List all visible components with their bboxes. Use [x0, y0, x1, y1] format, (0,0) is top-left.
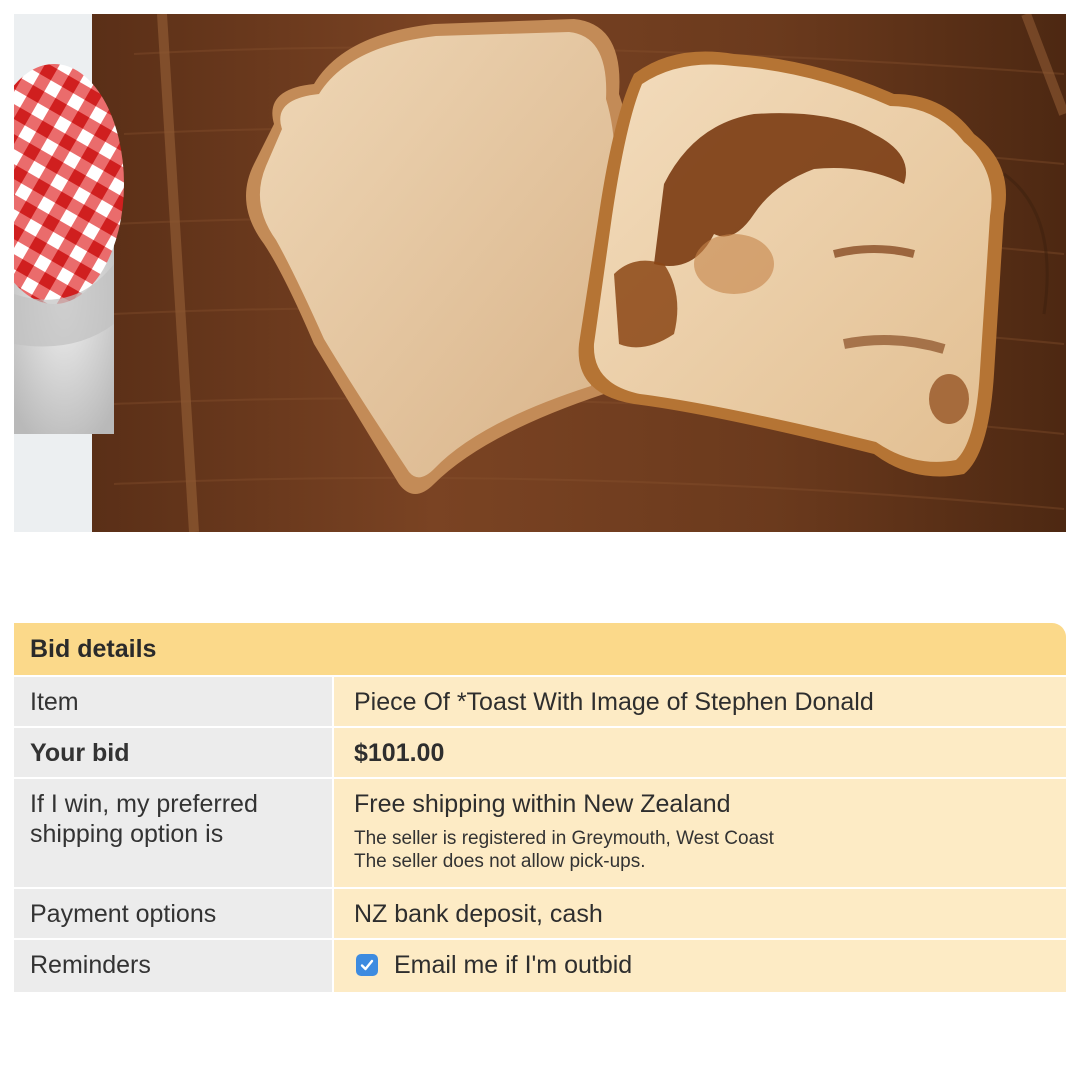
item-label: Item — [14, 677, 332, 726]
your-bid-label: Your bid — [14, 728, 332, 777]
payment-label: Payment options — [14, 889, 332, 938]
shipping-cell: Free shipping within New Zealand The sel… — [334, 779, 1066, 887]
table-row-shipping: If I win, my preferred shipping option i… — [14, 779, 1066, 887]
payment-value: NZ bank deposit, cash — [334, 889, 1066, 938]
table-row-item: Item Piece Of *Toast With Image of Steph… — [14, 677, 1066, 726]
outbid-reminder-option[interactable]: Email me if I'm outbid — [354, 950, 1066, 980]
outbid-reminder-checkbox[interactable] — [356, 954, 378, 976]
seller-pickup-note: The seller does not allow pick-ups. — [354, 851, 646, 872]
item-value: Piece Of *Toast With Image of Stephen Do… — [334, 677, 1066, 726]
table-row-reminders: Reminders Email me if I'm outbid — [14, 940, 1066, 992]
table-row-payment: Payment options NZ bank deposit, cash — [14, 889, 1066, 938]
reminders-label: Reminders — [14, 940, 332, 992]
bid-details-title: Bid details — [14, 623, 1066, 675]
shipping-label: If I win, my preferred shipping option i… — [14, 779, 332, 887]
check-icon — [360, 959, 374, 971]
table-row-your-bid: Your bid $101.00 — [14, 728, 1066, 777]
shipping-value: Free shipping within New Zealand — [354, 790, 731, 818]
item-photo — [14, 14, 1066, 532]
your-bid-value: $101.00 — [334, 728, 1066, 777]
reminders-cell: Email me if I'm outbid — [334, 940, 1066, 992]
bid-details-panel: Bid details Item Piece Of *Toast With Im… — [14, 623, 1066, 992]
outbid-reminder-label: Email me if I'm outbid — [394, 951, 633, 979]
seller-location: The seller is registered in Greymouth, W… — [354, 828, 774, 849]
